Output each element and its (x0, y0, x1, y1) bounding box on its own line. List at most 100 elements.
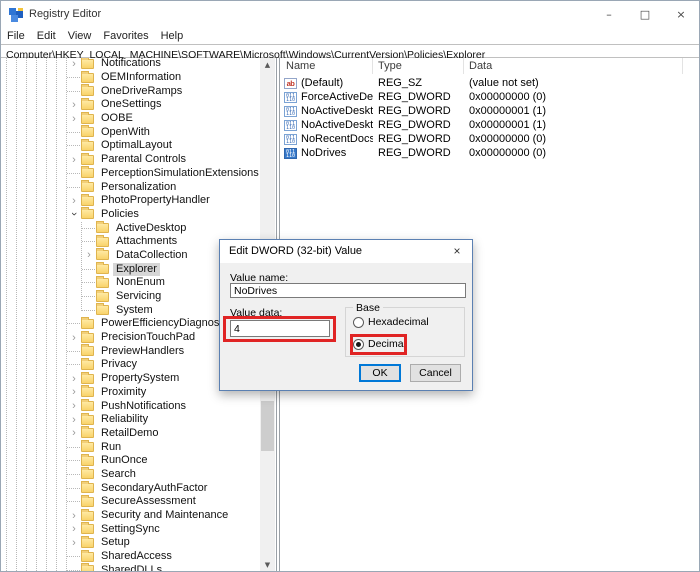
value-name-cell: 011110ForceActiveDesk... (281, 91, 373, 103)
chevron-collapsed-icon[interactable]: › (67, 538, 81, 548)
tree-item-notifications[interactable]: ›Notifications (1, 58, 260, 71)
tree-item-openwith[interactable]: OpenWith (1, 125, 260, 139)
chevron-collapsed-icon[interactable]: › (67, 100, 81, 110)
folder-icon (81, 442, 94, 452)
address-bar (1, 44, 699, 58)
tree-item-onesettings[interactable]: ›OneSettings (1, 98, 260, 112)
tree-item-reliability[interactable]: ›Reliability (1, 413, 260, 427)
tree-item-settingsync[interactable]: ›SettingSync (1, 522, 260, 536)
tree-item-search[interactable]: Search (1, 468, 260, 482)
hexadecimal-radio[interactable]: Hexadecimal (353, 316, 429, 328)
menu-view[interactable]: View (62, 28, 98, 44)
tree-connector (82, 296, 95, 297)
tree-item-perceptionsimulationextensions[interactable]: PerceptionSimulationExtensions (1, 167, 260, 181)
value-row-nodrives[interactable]: 011110NoDrivesREG_DWORD0x00000000 (0) (281, 146, 699, 160)
menu-edit[interactable]: Edit (31, 28, 62, 44)
tree-item-policies[interactable]: ›Policies (1, 208, 260, 222)
tree-item-label: PowerEfficiencyDiagnostics (98, 317, 239, 330)
scrollbar-thumb[interactable] (261, 401, 274, 451)
tree-item-oobe[interactable]: › OOBE (1, 112, 260, 126)
tree-item-parental-controls[interactable]: › Parental Controls (1, 153, 260, 167)
chevron-collapsed-icon[interactable]: › (67, 524, 81, 534)
chevron-collapsed-icon[interactable]: › (67, 374, 81, 384)
column-header-type[interactable]: Type (373, 58, 464, 74)
tree-item-secondaryauthfactor[interactable]: SecondaryAuthFactor (1, 481, 260, 495)
menu-favorites[interactable]: Favorites (97, 28, 154, 44)
scroll-down-icon[interactable]: ▼ (260, 558, 275, 571)
folder-icon (81, 483, 94, 493)
tree-item-run[interactable]: Run (1, 440, 260, 454)
folder-icon (81, 141, 94, 151)
chevron-collapsed-icon[interactable]: › (67, 387, 81, 397)
value-data-cell: 0x00000000 (0) (464, 91, 699, 103)
chevron-collapsed-icon[interactable]: › (67, 114, 81, 124)
folder-icon (81, 168, 94, 178)
list-header: Name Type Data (281, 58, 699, 74)
column-header-name[interactable]: Name (281, 58, 373, 74)
tree-connector (67, 91, 80, 92)
folder-icon (81, 469, 94, 479)
tree-item-oeminformation[interactable]: OEMInformation (1, 71, 260, 85)
chevron-collapsed-icon[interactable]: › (67, 196, 81, 206)
tree-item-label: Parental Controls (98, 153, 189, 166)
menu-help[interactable]: Help (155, 28, 190, 44)
chevron-collapsed-icon[interactable]: › (67, 401, 81, 411)
column-header-data[interactable]: Data (464, 58, 683, 74)
value-name-text: NoRecentDocsH... (301, 133, 373, 145)
tree-item-sharedaccess[interactable]: SharedAccess (1, 550, 260, 564)
chevron-expanded-icon[interactable]: › (69, 207, 79, 221)
tree-item-activedesktop[interactable]: ActiveDesktop (1, 221, 260, 235)
tree-item-personalization[interactable]: Personalization (1, 180, 260, 194)
value-data-cell: (value not set) (464, 77, 699, 89)
chevron-collapsed-icon[interactable]: › (82, 250, 96, 260)
value-row--default-[interactable]: ab(Default)REG_SZ(value not set) (281, 76, 699, 90)
chevron-collapsed-icon[interactable]: › (67, 333, 81, 343)
value-row-noactivedeskto-[interactable]: 011110NoActiveDeskto...REG_DWORD0x000000… (281, 118, 699, 132)
folder-icon (81, 511, 94, 521)
minimize-icon[interactable]: – (591, 1, 627, 28)
cancel-button[interactable]: Cancel (410, 364, 461, 382)
tree-item-security-and-maintenance[interactable]: ›Security and Maintenance (1, 509, 260, 523)
value-name-text: NoDrives (301, 147, 346, 159)
chevron-collapsed-icon[interactable]: › (67, 155, 81, 165)
chevron-collapsed-icon[interactable]: › (67, 511, 81, 521)
chevron-collapsed-icon[interactable]: › (67, 428, 81, 438)
value-row-norecentdocsh-[interactable]: 011110NoRecentDocsH...REG_DWORD0x0000000… (281, 132, 699, 146)
value-row-forceactivedesk-[interactable]: 011110ForceActiveDesk...REG_DWORD0x00000… (281, 90, 699, 104)
tree-item-secureassessment[interactable]: SecureAssessment (1, 495, 260, 509)
tree-item-setup[interactable]: ›Setup (1, 536, 260, 550)
maximize-icon[interactable]: □ (627, 1, 663, 28)
scroll-up-icon[interactable]: ▲ (260, 58, 275, 71)
dialog-close-icon[interactable]: × (442, 240, 472, 262)
tree-item-shareddlls[interactable]: SharedDLLs (1, 563, 260, 571)
tree-item-label: SharedDLLs (98, 564, 165, 571)
tree-item-optimallayout[interactable]: OptimalLayout (1, 139, 260, 153)
reg-dword-icon: 011110 (284, 106, 297, 117)
ok-button[interactable]: OK (359, 364, 401, 382)
tree-item-label: SecureAssessment (98, 495, 199, 508)
folder-icon (81, 209, 94, 219)
hexadecimal-radio-circle[interactable] (353, 317, 364, 328)
tree-item-label: OptimalLayout (98, 139, 175, 152)
value-name-field[interactable]: NoDrives (230, 283, 466, 298)
column-header-fill (683, 58, 699, 74)
value-data-cell: 0x00000001 (1) (464, 119, 699, 131)
tree-item-retaildemo[interactable]: ›RetailDemo (1, 427, 260, 441)
chevron-collapsed-icon[interactable]: › (67, 59, 81, 69)
value-row-noactivedesktop[interactable]: 011110NoActiveDesktopREG_DWORD0x00000001… (281, 104, 699, 118)
tree-item-photopropertyhandler[interactable]: ›PhotoPropertyHandler (1, 194, 260, 208)
folder-icon (81, 552, 94, 562)
close-icon[interactable]: × (663, 1, 699, 28)
tree-item-label: Servicing (113, 290, 164, 303)
chevron-collapsed-icon[interactable]: › (67, 415, 81, 425)
tree-item-runonce[interactable]: RunOnce (1, 454, 260, 468)
value-name-cell: 011110NoDrives (281, 147, 373, 159)
tree-item-onedriveramps[interactable]: OneDriveRamps (1, 84, 260, 98)
tree-connector (67, 556, 80, 557)
tree-item-label: Privacy (98, 358, 140, 371)
tree-connector (67, 570, 80, 571)
tree-connector (67, 488, 80, 489)
tree-item-pushnotifications[interactable]: ›PushNotifications (1, 399, 260, 413)
menu-file[interactable]: File (7, 28, 31, 44)
tree-item-label: OOBE (98, 112, 136, 125)
